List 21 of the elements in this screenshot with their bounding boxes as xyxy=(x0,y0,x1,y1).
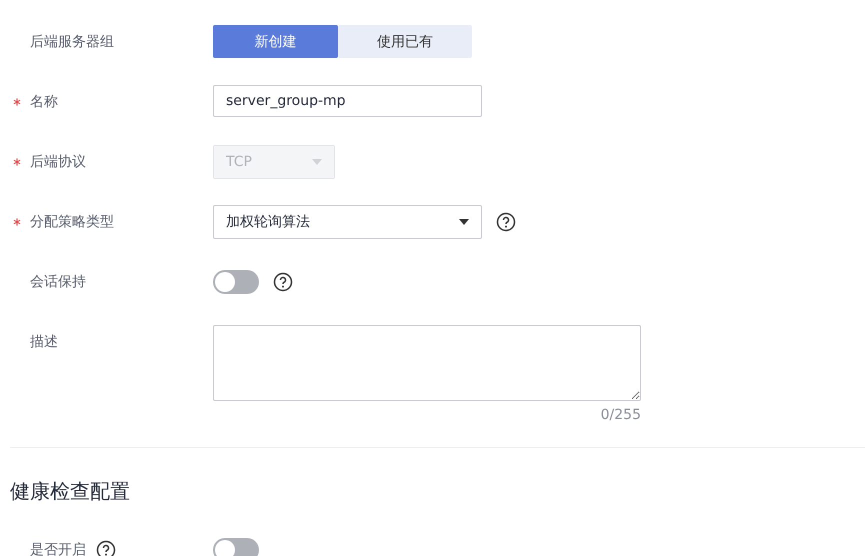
field-label: 后端服务器组 xyxy=(30,33,114,51)
help-icon[interactable] xyxy=(273,272,293,292)
caret-icon xyxy=(312,159,322,165)
character-counter: 0/255 xyxy=(600,407,641,423)
help-icon[interactable] xyxy=(96,540,116,556)
toggle-switch[interactable] xyxy=(213,538,259,556)
field-label: 描述 xyxy=(30,333,58,351)
field-label: 是否开启 xyxy=(30,541,86,556)
segment-option[interactable]: 新创建 xyxy=(213,25,338,58)
field-label: 会话保持 xyxy=(30,273,86,291)
section-heading: 健康检查配置 xyxy=(10,478,131,505)
field-label: 分配策略类型 xyxy=(30,213,114,231)
caret-icon xyxy=(459,219,469,225)
segment-option[interactable]: 使用已有 xyxy=(338,25,472,58)
select-dropdown[interactable]: 加权轮询算法 xyxy=(213,205,482,239)
toggle-switch[interactable] xyxy=(213,270,259,294)
name-input[interactable]: server_group-mp xyxy=(213,85,482,117)
description-field[interactable] xyxy=(213,325,641,401)
field-label: 名称 xyxy=(30,93,58,111)
field-label: 后端协议 xyxy=(30,153,86,171)
help-icon[interactable] xyxy=(496,212,516,232)
